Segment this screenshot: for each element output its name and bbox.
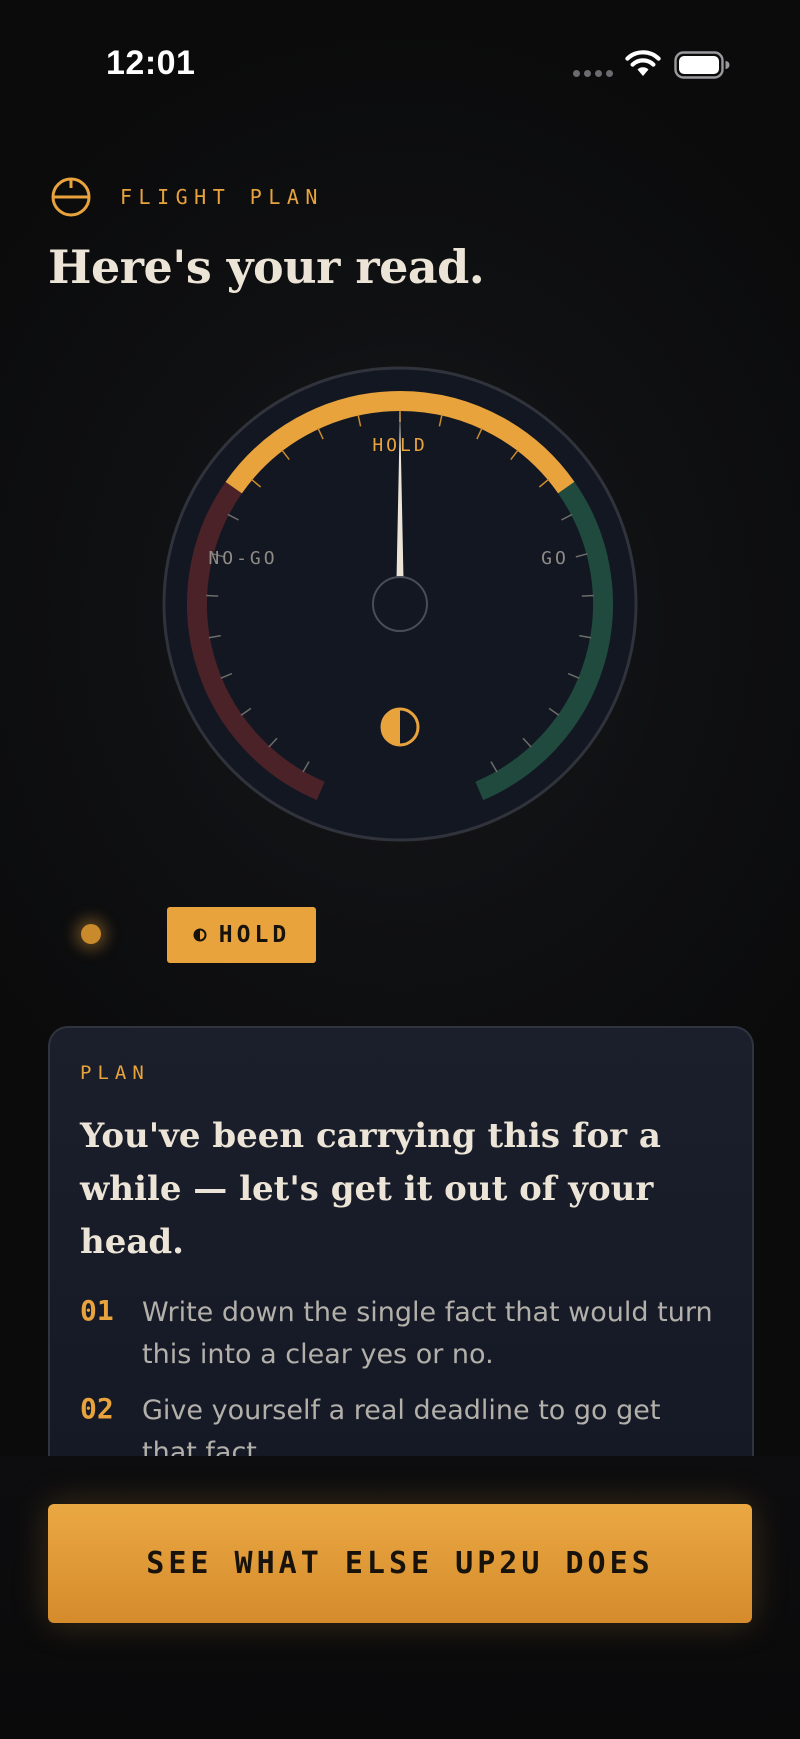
status-badge-label: HOLD	[218, 922, 291, 948]
gauge-tick	[206, 594, 219, 597]
gauge-hub	[372, 576, 428, 632]
status-bar: 12:01	[0, 0, 800, 130]
see-more-button[interactable]: SEE WHAT ELSE UP2U DOES	[48, 1504, 752, 1623]
half-moon-icon	[193, 928, 207, 942]
plan-step-text: Give yourself a real deadline to go get …	[142, 1395, 661, 1458]
battery-icon	[674, 51, 730, 79]
section-label: FLIGHT PLAN	[120, 185, 324, 209]
plan-label: PLAN	[80, 1062, 150, 1084]
decision-gauge: HOLD NO-GO GO	[162, 366, 638, 842]
wifi-icon	[625, 50, 661, 76]
plan-heading: You've been carrying this for a while — …	[80, 1116, 661, 1262]
flight-plan-icon	[51, 177, 91, 217]
status-time: 12:01	[106, 44, 196, 82]
gauge-label-go: GO	[541, 548, 569, 569]
plan-step-number: 01	[80, 1294, 114, 1327]
plan-step-number: 02	[80, 1392, 114, 1425]
cellular-signal-icon	[573, 70, 613, 77]
see-more-button-label: SEE WHAT ELSE UP2U DOES	[146, 1546, 654, 1581]
status-indicator-dot	[81, 924, 101, 944]
gauge-label-nogo: NO-GO	[208, 548, 277, 569]
status-badge: HOLD	[167, 907, 316, 963]
plan-step-text: Write down the single fact that would tu…	[142, 1297, 713, 1370]
plan-card: PLAN You've been carrying this for a whi…	[48, 1026, 754, 1458]
page-title: Here's your read.	[48, 240, 485, 294]
gauge-tick	[581, 594, 594, 597]
